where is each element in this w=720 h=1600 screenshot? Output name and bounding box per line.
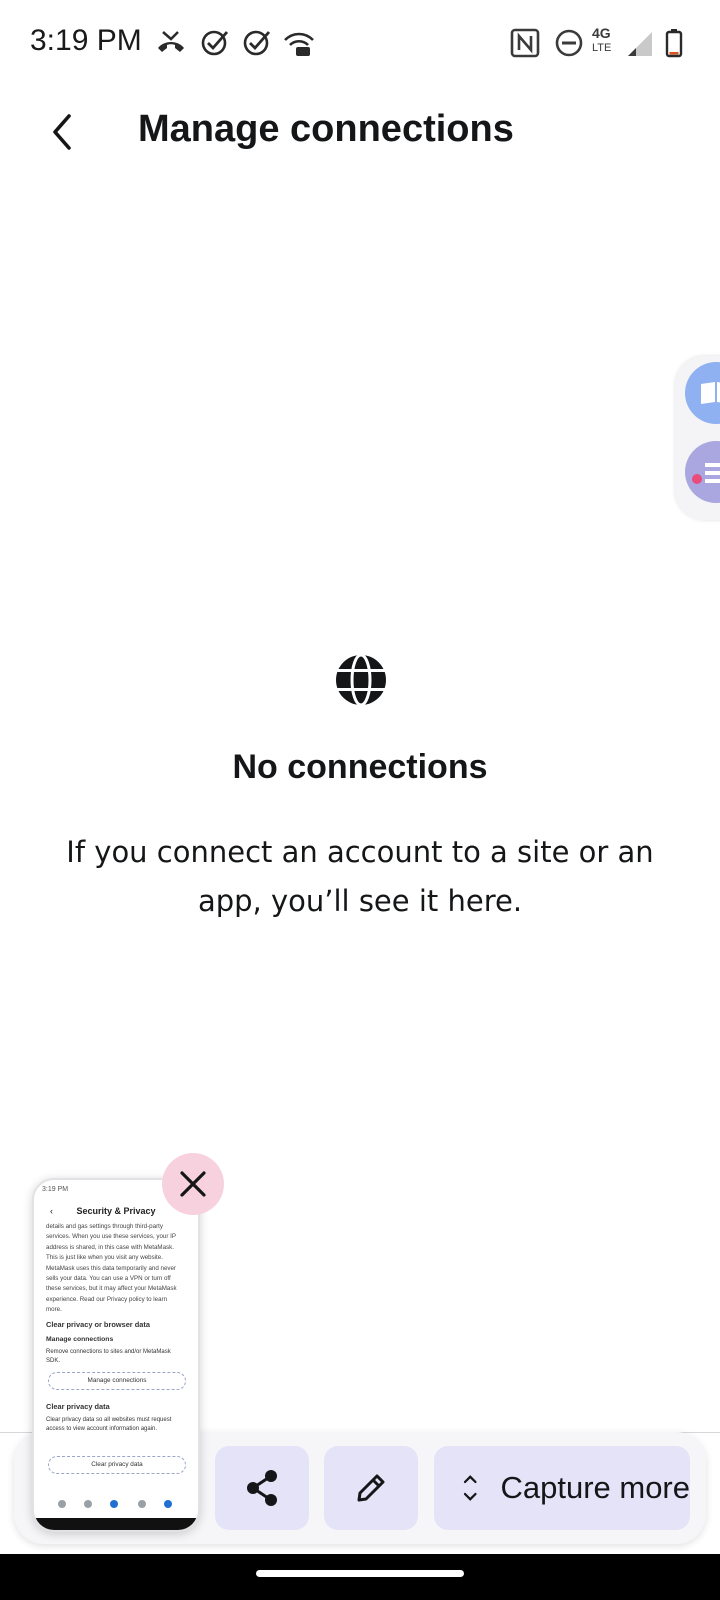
check-circle-icon bbox=[240, 26, 274, 60]
check-circle-icon bbox=[198, 26, 232, 60]
back-button[interactable] bbox=[36, 100, 88, 164]
nfc-icon bbox=[508, 26, 542, 60]
edit-button[interactable] bbox=[324, 1446, 418, 1530]
capture-more-label: Capture more bbox=[500, 1470, 690, 1505]
notes-app-icon[interactable] bbox=[685, 441, 720, 503]
preview-manage-desc: Remove connections to sites and/or MetaM… bbox=[46, 1349, 171, 1364]
status-time: 3:19 PM bbox=[30, 24, 142, 57]
wifi-calling-icon bbox=[282, 26, 316, 60]
empty-state-description: If you connect an account to a site or a… bbox=[66, 835, 654, 918]
preview-status-time: 3:19 PM bbox=[42, 1186, 69, 1193]
empty-state-title: No connections bbox=[232, 748, 488, 786]
preview-bottom-bar bbox=[34, 1518, 198, 1530]
battery-icon bbox=[664, 26, 684, 60]
preview-section-heading: Clear privacy or browser data bbox=[46, 1320, 150, 1329]
pencil-icon bbox=[357, 1474, 385, 1502]
share-icon bbox=[247, 1470, 277, 1506]
page-title: Manage connections bbox=[138, 108, 514, 150]
screenshot-preview-thumbnail[interactable]: 3:19 PM ‹ Security & Privacy details and… bbox=[32, 1178, 200, 1532]
edge-panel-handle[interactable] bbox=[675, 356, 720, 520]
preview-manage-heading: Manage connections bbox=[46, 1336, 114, 1343]
globe-icon bbox=[335, 653, 387, 707]
preview-manage-button: Manage connections bbox=[48, 1372, 186, 1390]
network-4g-lte-icon: 4G LTE bbox=[590, 26, 630, 60]
status-bar: 3:19 PM 4G LTE bbox=[0, 0, 720, 84]
share-button[interactable] bbox=[215, 1446, 309, 1530]
network-label-bottom: LTE bbox=[592, 42, 612, 54]
expand-vertical-icon bbox=[463, 1475, 477, 1501]
system-navigation-bar bbox=[0, 1554, 720, 1600]
book-app-icon[interactable] bbox=[685, 362, 720, 424]
preview-clear-heading: Clear privacy data bbox=[46, 1402, 110, 1411]
chevron-left-icon bbox=[53, 114, 71, 150]
missed-call-icon bbox=[154, 26, 188, 60]
preview-nav-bar bbox=[34, 1498, 198, 1514]
dismiss-preview-button[interactable] bbox=[162, 1153, 224, 1215]
preview-clear-button: Clear privacy data bbox=[48, 1456, 186, 1474]
close-icon bbox=[180, 1171, 206, 1197]
home-gesture-handle[interactable] bbox=[256, 1570, 464, 1577]
preview-body-text: details and gas settings through third-p… bbox=[46, 1223, 177, 1314]
preview-clear-desc: Clear privacy data so all websites must … bbox=[46, 1417, 172, 1432]
network-label-top: 4G bbox=[592, 25, 611, 41]
signal-icon bbox=[626, 26, 656, 60]
do-not-disturb-icon bbox=[552, 26, 586, 60]
capture-more-button[interactable]: Capture more bbox=[434, 1446, 690, 1530]
